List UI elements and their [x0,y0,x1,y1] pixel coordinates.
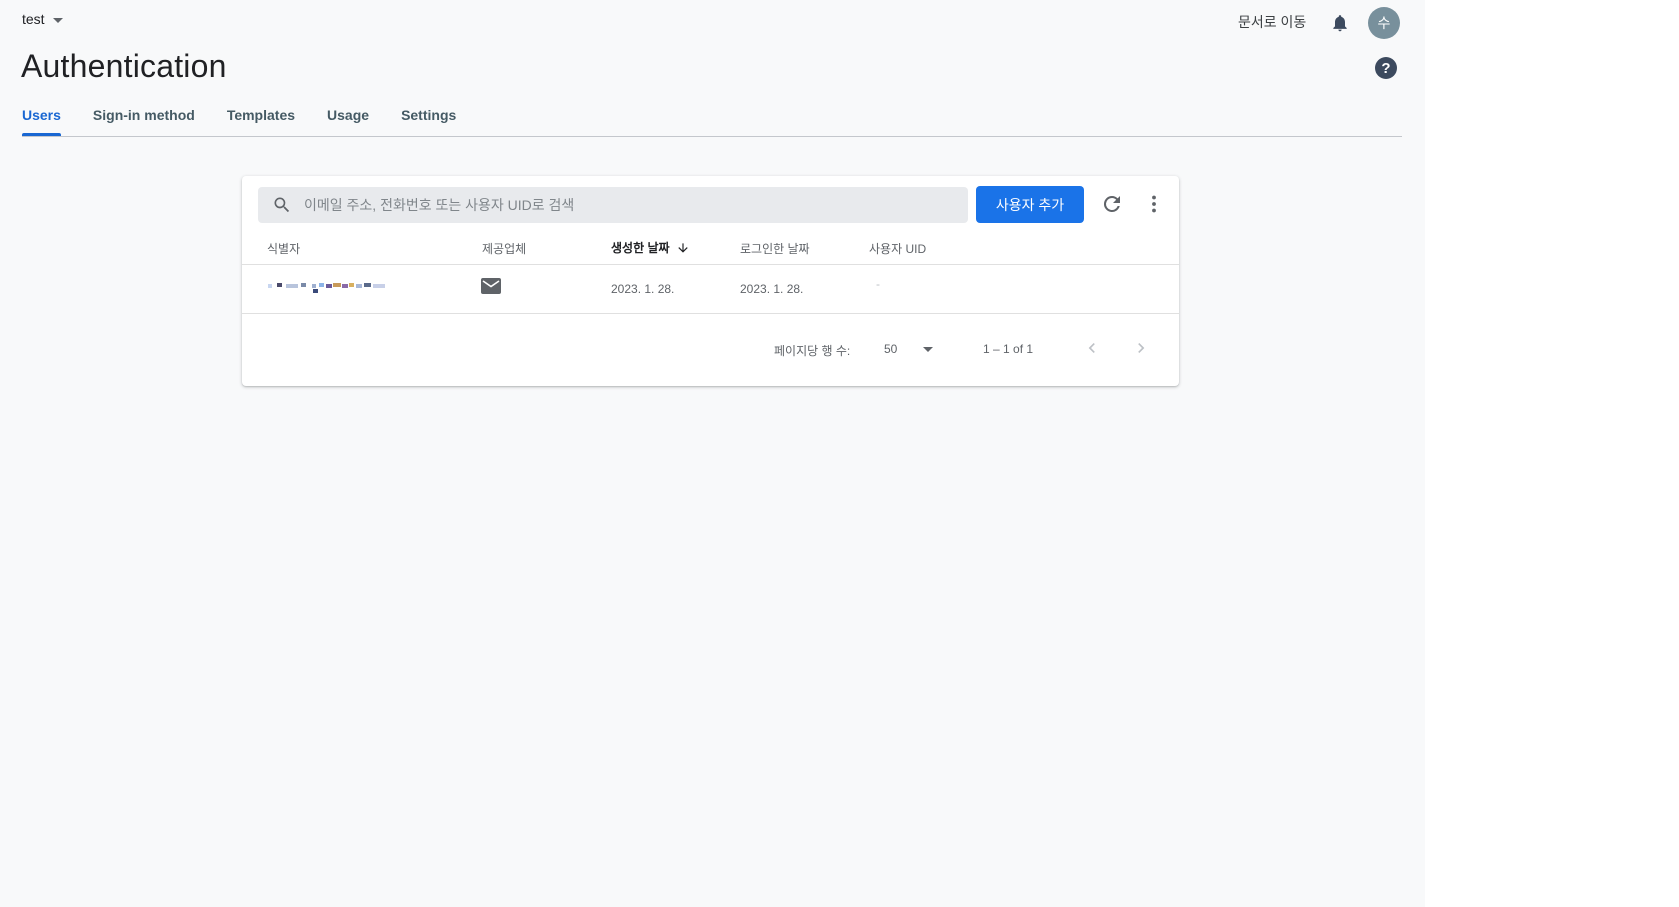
help-icon[interactable]: ? [1375,57,1397,79]
users-card: 사용자 추가 식별자 제공업체 생성한 날짜 로그인한 날짜 사용자 UID [242,176,1179,386]
chevron-down-icon [923,346,934,352]
add-user-button[interactable]: 사용자 추가 [976,186,1084,223]
column-provider[interactable]: 제공업체 [482,240,526,257]
tab-usage[interactable]: Usage [327,100,369,128]
tab-users[interactable]: Users [22,100,61,136]
more-vert-icon[interactable] [1142,192,1166,216]
column-signed-in[interactable]: 로그인한 날짜 [740,240,810,257]
column-created[interactable]: 생성한 날짜 [611,239,690,256]
mail-icon [481,278,501,294]
search-input[interactable] [302,196,906,214]
page-range: 1 – 1 of 1 [983,342,1034,356]
column-identifier[interactable]: 식별자 [267,240,300,257]
page-title: Authentication [21,48,227,84]
signed-in-date: 2023. 1. 28. [740,282,804,296]
chevron-down-icon [52,17,63,23]
column-created-label: 생성한 날짜 [611,241,670,255]
column-user-uid[interactable]: 사용자 UID [869,240,926,257]
rows-per-page-select[interactable]: 50 [884,342,934,356]
search-icon [274,197,290,213]
project-name: test [22,11,45,27]
chevron-left-icon[interactable] [1082,338,1102,358]
created-date: 2023. 1. 28. [611,282,675,296]
table-row[interactable]: 2023. 1. 28. 2023. 1. 28. - [242,265,1179,314]
tab-sign-in-method[interactable]: Sign-in method [93,100,195,128]
redacted-identifier [268,280,386,293]
chevron-right-icon[interactable] [1131,338,1151,358]
tab-settings[interactable]: Settings [401,100,456,128]
rows-per-page-value: 50 [884,342,898,356]
pagination: 페이지당 행 수: 50 1 – 1 of 1 [242,314,1179,386]
firebase-console: test 문서로 이동 수 Authentication ? Users Sig… [0,0,1425,907]
user-uid: - [876,277,880,291]
rows-per-page-label: 페이지당 행 수: [774,344,851,358]
tab-bar: Users Sign-in method Templates Usage Set… [22,100,1402,137]
table-header: 식별자 제공업체 생성한 날짜 로그인한 날짜 사용자 UID [242,228,1179,265]
avatar[interactable]: 수 [1368,7,1400,39]
tab-templates[interactable]: Templates [227,100,295,128]
refresh-icon[interactable] [1100,192,1124,216]
project-selector[interactable]: test [22,11,63,27]
arrow-down-icon [677,242,688,253]
search-box[interactable] [258,187,968,223]
go-to-docs-link[interactable]: 문서로 이동 [1238,12,1306,32]
bell-icon[interactable] [1330,12,1350,34]
